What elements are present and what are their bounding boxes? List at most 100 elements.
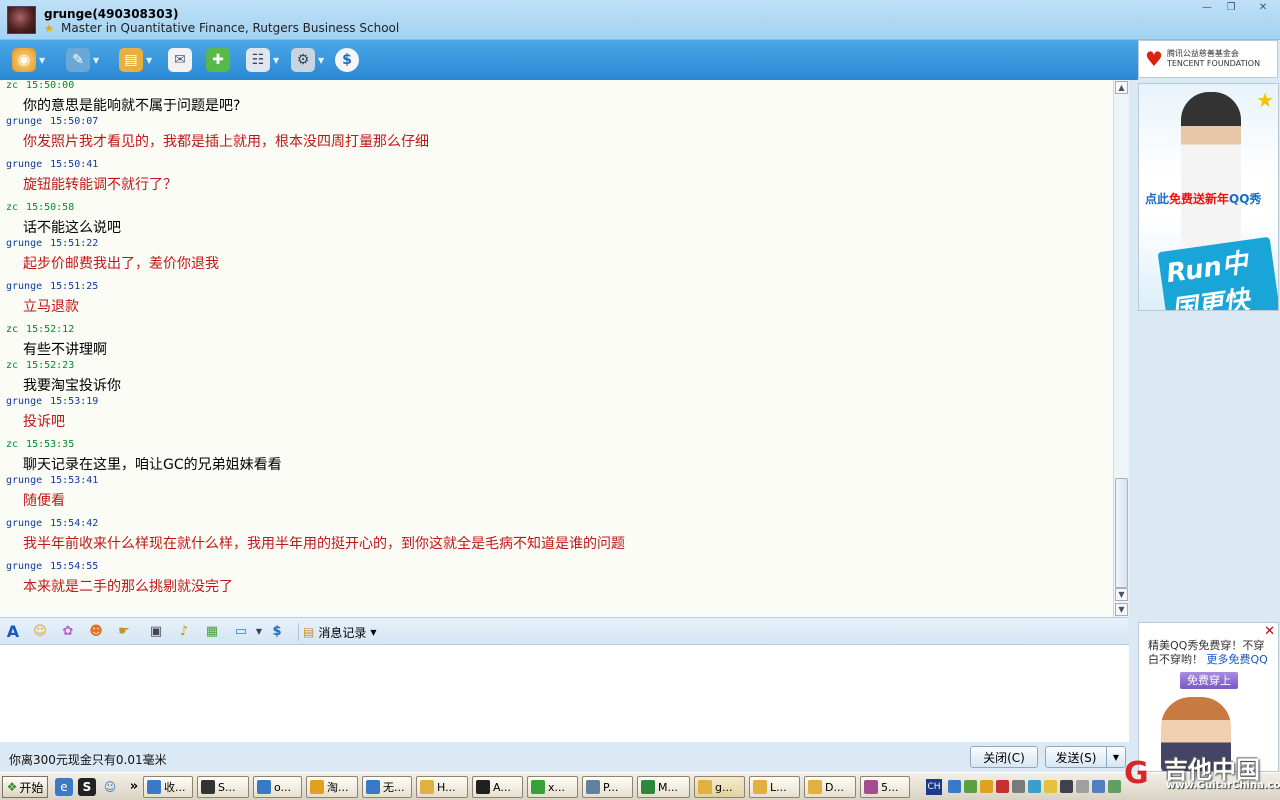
font-icon[interactable]: A: [4, 623, 22, 641]
message-sender[interactable]: grunge: [6, 561, 42, 572]
ie-icon: [531, 780, 545, 794]
taskbar-task[interactable]: 淘...: [306, 776, 358, 798]
email-button[interactable]: ✉: [168, 47, 192, 73]
taskbar-task[interactable]: 无...: [362, 776, 412, 798]
taskbar-task[interactable]: S...: [197, 776, 249, 798]
volume-icon[interactable]: [1012, 780, 1025, 793]
chat-scrollbar[interactable]: ▲ ▼ ▼: [1113, 80, 1129, 617]
chat-history[interactable]: zc 15:50:00 你的意思是能响就不属于问题是吧? grunge 15:50:07…: [0, 80, 1113, 617]
screenshot-icon[interactable]: ▦: [203, 623, 221, 641]
message-sender[interactable]: grunge: [6, 475, 42, 486]
wear-free-button[interactable]: 免费穿上: [1180, 672, 1238, 689]
send-options-chevron-icon[interactable]: ▼: [1106, 746, 1126, 768]
gift-icon[interactable]: ☛: [115, 623, 133, 641]
taskbar-task[interactable]: x...: [527, 776, 578, 798]
chevron-down-icon[interactable]: ▼: [146, 56, 156, 65]
message-sender[interactable]: zc: [6, 80, 18, 91]
system-tray: CH: [926, 776, 1280, 798]
message-header: grunge 15:54:55: [6, 561, 98, 572]
tencent-foundation-ad[interactable]: ♥ 腾讯公益慈善基金会 TENCENT FOUNDATION: [1138, 40, 1278, 78]
taskbar-task[interactable]: 收...: [143, 776, 193, 798]
minimize-button[interactable]: —: [1198, 2, 1216, 14]
chevron-down-icon[interactable]: ▼: [250, 623, 268, 641]
add-app-icon: ✚: [206, 48, 230, 72]
chevron-down-icon[interactable]: ▼: [93, 56, 103, 65]
screen-capture-icon[interactable]: ▭: [232, 623, 250, 641]
ad2-more-link[interactable]: 更多免费QQ: [1207, 653, 1268, 666]
message-input[interactable]: [0, 645, 1129, 742]
taskbar-task[interactable]: L...: [749, 776, 800, 798]
scroll-down-icon[interactable]: ▼: [1115, 588, 1128, 601]
taskbar-task-label: M...: [658, 780, 678, 794]
qq-show-free-ad[interactable]: ✕ 精美QQ秀免费穿！不穿白不穿哟！ 更多免费QQ 免费穿上: [1138, 622, 1279, 772]
scrollbar-thumb[interactable]: [1115, 478, 1128, 588]
ad-caption[interactable]: 点此免费送新年QQ秀: [1145, 190, 1261, 207]
taskbar-task[interactable]: 5...: [860, 776, 910, 798]
security-icon[interactable]: [964, 780, 977, 793]
image-icon[interactable]: ▣: [147, 623, 165, 641]
taskbar-task[interactable]: D...: [804, 776, 856, 798]
tenpay-button[interactable]: $: [335, 47, 359, 73]
message-sender[interactable]: zc: [6, 439, 18, 450]
emoji-icon[interactable]: ☺: [31, 623, 49, 641]
maximize-button[interactable]: ❐: [1222, 2, 1240, 14]
send-button[interactable]: 发送(S): [1045, 746, 1107, 768]
app-s-icon[interactable]: S: [78, 778, 96, 796]
message-header: zc 15:50:58: [6, 202, 74, 213]
taskbar-task-label: P...: [603, 780, 619, 794]
taskbar-task[interactable]: M...: [637, 776, 690, 798]
magic-emoji-icon[interactable]: ✿: [59, 623, 77, 641]
scroll-end-icon[interactable]: ▼: [1115, 603, 1128, 616]
qq-tray-icon[interactable]: [980, 780, 993, 793]
update-icon[interactable]: [1044, 780, 1057, 793]
display-icon[interactable]: [1060, 780, 1073, 793]
send-file-button[interactable]: ▤ ▼: [119, 47, 156, 73]
message-sender[interactable]: grunge: [6, 281, 42, 292]
chevron-down-icon[interactable]: ▼: [39, 56, 49, 65]
message-sender[interactable]: grunge: [6, 238, 42, 249]
tenpay-icon[interactable]: $: [268, 623, 286, 641]
chevron-down-icon[interactable]: ▼: [273, 56, 283, 65]
message-sender[interactable]: zc: [6, 202, 18, 213]
bottom-bar: 你离300元现金只有0.01毫米 关闭(C) 发送(S) ▼: [0, 742, 1129, 772]
settings-button[interactable]: ⚙ ▼: [291, 47, 328, 73]
video-call-button[interactable]: ◉ ▼: [12, 47, 49, 73]
qq-show-ad[interactable]: ★ 点此免费送新年QQ秀 Run中国更快乐: [1138, 83, 1279, 311]
start-button[interactable]: ❖ 开始: [2, 776, 48, 798]
printer-icon[interactable]: [1108, 780, 1121, 793]
message-sender[interactable]: grunge: [6, 396, 42, 407]
message-sender[interactable]: zc: [6, 360, 18, 371]
message-time: 15:53:19: [50, 396, 99, 407]
message-sender[interactable]: grunge: [6, 159, 42, 170]
message-sender[interactable]: grunge: [6, 518, 42, 529]
antivirus-icon[interactable]: [996, 780, 1009, 793]
taskbar-task[interactable]: H...: [416, 776, 468, 798]
add-app-button[interactable]: ✚: [206, 47, 230, 73]
messenger-icon[interactable]: [1028, 780, 1041, 793]
chevron-down-icon[interactable]: ▼: [318, 56, 328, 65]
sync-icon[interactable]: [1092, 780, 1105, 793]
input-language-indicator[interactable]: CH: [926, 779, 942, 795]
scroll-up-icon[interactable]: ▲: [1115, 81, 1128, 94]
taskbar-task[interactable]: o...: [253, 776, 302, 798]
close-button[interactable]: 关闭(C): [970, 746, 1038, 768]
voice-call-button[interactable]: ✎ ▼: [66, 47, 103, 73]
message-history-button[interactable]: ▤ 消息记录 ▼: [298, 623, 377, 641]
shake-icon[interactable]: ☻: [87, 623, 105, 641]
close-window-button[interactable]: ✕: [1254, 2, 1272, 14]
taskbar-task[interactable]: g...: [694, 776, 745, 798]
message-sender[interactable]: zc: [6, 324, 18, 335]
network-icon[interactable]: [948, 780, 961, 793]
star-icon[interactable]: [1076, 780, 1089, 793]
taskbar-task[interactable]: A...: [472, 776, 523, 798]
ie-icon[interactable]: e: [55, 778, 73, 796]
more-quicklaunch-icon[interactable]: »: [125, 778, 143, 796]
users-icon[interactable]: ☺: [101, 778, 119, 796]
music-icon[interactable]: ♪: [175, 623, 193, 641]
status-text[interactable]: 你离300元现金只有0.01毫米: [9, 751, 167, 768]
group-button[interactable]: ☷ ▼: [246, 47, 283, 73]
message-sender[interactable]: grunge: [6, 116, 42, 127]
contact-avatar[interactable]: [7, 6, 36, 34]
close-icon[interactable]: ✕: [1264, 624, 1275, 639]
taskbar-task[interactable]: P...: [582, 776, 633, 798]
